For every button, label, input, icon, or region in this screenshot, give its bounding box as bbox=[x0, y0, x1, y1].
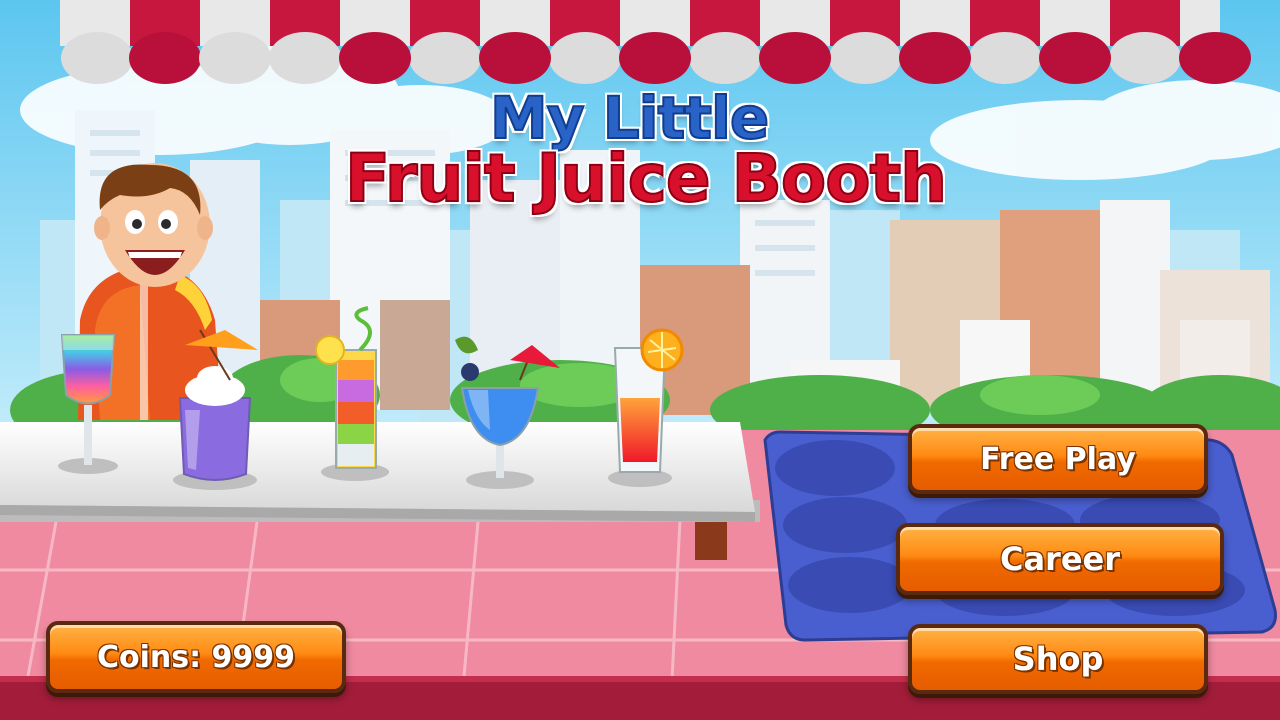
game-scene: My Little Fruit Juice Booth Free Play Ca… bbox=[0, 0, 1280, 720]
career-button[interactable]: Career bbox=[896, 523, 1224, 595]
game-title-line2: Fruit Juice Booth bbox=[344, 139, 948, 218]
awning bbox=[60, 0, 1251, 84]
shop-button[interactable]: Shop bbox=[908, 624, 1208, 694]
free-play-button[interactable]: Free Play bbox=[908, 424, 1208, 494]
coins-display: Coins: 9999 bbox=[46, 621, 346, 693]
